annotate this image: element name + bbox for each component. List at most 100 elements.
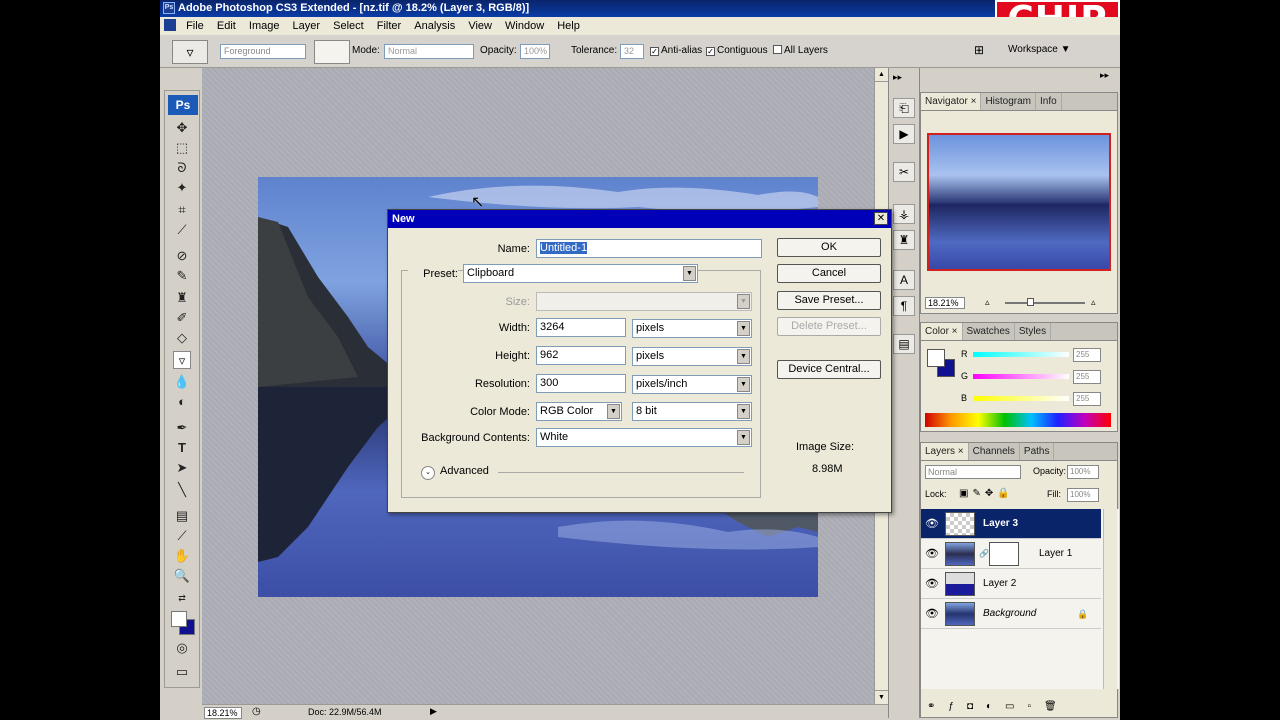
menu-analysis[interactable]: Analysis	[409, 17, 460, 35]
name-input[interactable]: Untitled-1	[536, 239, 762, 258]
layers-scrollbar[interactable]	[1103, 509, 1117, 689]
dock-collapse-icon[interactable]: ▸▸	[893, 72, 902, 83]
screen-mode-icon[interactable]: ▭	[173, 663, 191, 681]
tab-channels[interactable]: Channels	[969, 443, 1020, 460]
tab-navigator[interactable]: Navigator ×	[921, 93, 982, 110]
r-value[interactable]: 255	[1073, 348, 1101, 362]
eraser-icon[interactable]: ◇	[173, 329, 191, 347]
quick-mask-icon[interactable]: ◎	[173, 639, 191, 657]
line-tool-icon[interactable]: ╲	[173, 481, 191, 499]
layer-mask-thumbnail[interactable]	[989, 542, 1019, 566]
menu-window[interactable]: Window	[500, 17, 549, 35]
layer-row-layer2[interactable]: 👁 Layer 2	[921, 569, 1101, 599]
zoom-tool-icon[interactable]: 🔍	[173, 567, 191, 585]
blur-tool-icon[interactable]: 💧	[173, 373, 191, 391]
tolerance-input[interactable]: 32	[620, 44, 644, 59]
paint-bucket-preset-icon[interactable]: ▿	[172, 40, 208, 64]
resolution-unit-select[interactable]: pixels/inch ▼	[632, 375, 752, 394]
workspace-icon[interactable]: ⊞	[968, 43, 990, 61]
antialias-checkbox[interactable]: ✓ Anti-alias	[650, 44, 702, 58]
actions-panel-icon[interactable]: ▶	[893, 124, 915, 144]
tab-swatches[interactable]: Swatches	[963, 323, 1015, 340]
pen-tool-icon[interactable]: ✒	[173, 419, 191, 437]
notes-tool-icon[interactable]: ▤	[173, 507, 191, 525]
status-arrow-icon[interactable]: ▶	[430, 706, 437, 717]
navigator-zoom-slider[interactable]	[1005, 302, 1085, 304]
width-unit-select[interactable]: pixels ▼	[632, 319, 752, 338]
all-layers-checkbox[interactable]: All Layers	[773, 44, 828, 58]
type-tool-icon[interactable]: T	[173, 439, 191, 457]
close-icon[interactable]: ✕	[874, 212, 888, 225]
colormode-select[interactable]: RGB Color ▼	[536, 402, 622, 421]
zoom-input[interactable]: 18.21%	[204, 707, 242, 719]
cancel-button[interactable]: Cancel	[777, 264, 881, 283]
contiguous-checkbox[interactable]: ✓ Contiguous	[706, 44, 768, 58]
menu-image[interactable]: Image	[244, 17, 285, 35]
ps-menu-icon[interactable]	[164, 19, 176, 31]
height-unit-select[interactable]: pixels ▼	[632, 347, 752, 366]
eye-icon[interactable]: 👁	[925, 509, 939, 539]
opacity-input[interactable]: 100%	[520, 44, 550, 59]
move-tool-icon[interactable]: ✥	[173, 119, 191, 137]
layer-opacity-input[interactable]: 100%	[1067, 465, 1099, 479]
foreground-color-swatch[interactable]	[171, 611, 187, 627]
slice-tool-icon[interactable]: ⟋	[173, 221, 191, 239]
zoom-out-icon[interactable]: ▵	[985, 297, 990, 308]
menu-file[interactable]: File	[181, 17, 209, 35]
menu-edit[interactable]: Edit	[212, 17, 241, 35]
background-select[interactable]: White ▼	[536, 428, 752, 447]
save-preset-button[interactable]: Save Preset...	[777, 291, 881, 310]
width-input[interactable]: 3264	[536, 318, 626, 337]
paint-bucket-icon[interactable]: ▿	[173, 351, 191, 369]
advanced-toggle-icon[interactable]: ⌄	[421, 466, 435, 480]
menu-view[interactable]: View	[463, 17, 497, 35]
layer-row-layer3[interactable]: 👁 Layer 3	[921, 509, 1101, 539]
navigator-thumbnail[interactable]	[927, 133, 1111, 271]
menu-select[interactable]: Select	[328, 17, 369, 35]
ok-button[interactable]: OK	[777, 238, 881, 257]
tab-color[interactable]: Color ×	[921, 323, 963, 340]
hand-tool-icon[interactable]: ✋	[173, 547, 191, 565]
clone-stamp-icon[interactable]: ♜	[173, 289, 191, 307]
magic-wand-icon[interactable]: ✦	[173, 179, 191, 197]
tool-presets-icon[interactable]: ✂	[893, 162, 915, 182]
mode-select[interactable]: Normal	[384, 44, 474, 59]
menu-layer[interactable]: Layer	[288, 17, 326, 35]
preset-select[interactable]: Clipboard ▼	[463, 264, 698, 283]
blend-mode-select[interactable]: Normal	[925, 465, 1021, 479]
workspace-menu[interactable]: Workspace ▼	[1008, 43, 1071, 57]
marquee-tool-icon[interactable]: ⬚	[173, 139, 191, 157]
layer-row-background[interactable]: 👁 Background 🔒	[921, 599, 1101, 629]
panels-collapse-icon[interactable]: ▸▸	[1100, 70, 1109, 81]
history-panel-icon[interactable]: ⎗	[893, 98, 915, 118]
navigator-zoom-input[interactable]: 18.21%	[925, 297, 965, 309]
tab-paths[interactable]: Paths	[1020, 443, 1055, 460]
eye-icon[interactable]: 👁	[925, 539, 939, 569]
menu-filter[interactable]: Filter	[372, 17, 406, 35]
paragraph-panel-icon[interactable]: ¶	[893, 296, 915, 316]
layer-row-layer1[interactable]: 👁 🔗 Layer 1	[921, 539, 1101, 569]
layers-footer-icons[interactable]: ⚭ƒ◘◐▭▫🗑	[921, 697, 1119, 717]
brushes-panel-icon[interactable]: ⚶	[893, 204, 915, 224]
eye-icon[interactable]: 👁	[925, 569, 939, 599]
fill-source-select[interactable]: Foreground	[220, 44, 306, 59]
status-info-icon[interactable]: ◷	[252, 706, 261, 717]
zoom-in-icon[interactable]: ▵	[1091, 297, 1096, 308]
tab-layers[interactable]: Layers ×	[921, 443, 969, 460]
b-value[interactable]: 255	[1073, 392, 1101, 406]
menu-help[interactable]: Help	[552, 17, 585, 35]
lock-icons[interactable]: ▣✎✥🔒	[959, 488, 1014, 499]
g-slider[interactable]	[973, 374, 1069, 379]
brush-tool-icon[interactable]: ✎	[173, 267, 191, 285]
history-brush-icon[interactable]: ✐	[173, 309, 191, 327]
advanced-label[interactable]: Advanced	[440, 465, 489, 477]
resolution-input[interactable]: 300	[536, 374, 626, 393]
path-selection-icon[interactable]: ➤	[173, 459, 191, 477]
device-central-button[interactable]: Device Central...	[777, 360, 881, 379]
g-value[interactable]: 255	[1073, 370, 1101, 384]
ps-logo-button[interactable]: Ps	[168, 95, 198, 115]
eye-icon[interactable]: 👁	[925, 599, 939, 629]
tab-histogram[interactable]: Histogram	[981, 93, 1037, 110]
crop-tool-icon[interactable]: ⌗	[173, 201, 191, 219]
layer-comps-icon[interactable]: ▤	[893, 334, 915, 354]
